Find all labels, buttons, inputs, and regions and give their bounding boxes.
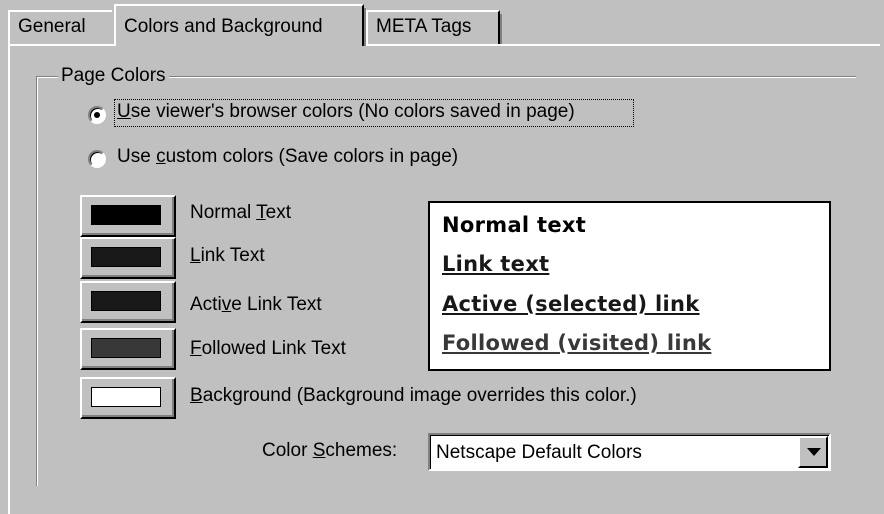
tab-colors-and-background[interactable]: Colors and Background (114, 4, 366, 46)
page-colors-legend: Page Colors (58, 65, 169, 87)
followed-link-swatch (91, 338, 161, 358)
dropdown-button[interactable] (798, 436, 828, 468)
radio-use-viewer-colors[interactable] (88, 106, 106, 124)
color-schemes-label: Color Schemes: (262, 440, 398, 461)
preview-link-text: Link text (442, 252, 550, 276)
followed-link-color-button[interactable] (80, 328, 176, 370)
preview-followed-link: Followed (visited) link (442, 331, 712, 355)
normal-text-color-button[interactable] (80, 195, 176, 237)
followed-link-label: Followed Link Text (190, 338, 346, 359)
link-text-swatch (91, 247, 161, 267)
radio-use-custom-colors[interactable] (88, 150, 106, 168)
preview-normal-text: Normal text (442, 213, 587, 237)
normal-text-label: Normal Text (190, 202, 292, 223)
active-link-label: Active Link Text (190, 294, 322, 315)
tab-general[interactable]: General (8, 10, 112, 44)
background-color-button[interactable] (80, 377, 176, 419)
background-label: Background (Background image overrides t… (190, 385, 637, 406)
active-link-color-button[interactable] (80, 281, 176, 323)
link-text-label: Link Text (190, 245, 265, 266)
tab-meta-tags[interactable]: META Tags (366, 10, 502, 44)
background-swatch (91, 387, 161, 407)
radio-use-custom-colors-label[interactable]: Use custom colors (Save colors in page) (117, 146, 458, 168)
color-schemes-dropdown[interactable]: Netscape Default Colors (428, 433, 831, 471)
chevron-down-icon (807, 448, 821, 456)
tab-meta-label: META Tags (376, 16, 472, 37)
link-text-color-button[interactable] (80, 237, 176, 279)
radio-selected-dot (94, 112, 100, 118)
preview-active-link: Active (selected) link (442, 292, 700, 316)
active-link-swatch (91, 291, 161, 311)
color-preview-box: Normal text Link text Active (selected) … (428, 201, 831, 371)
tab-general-label: General (18, 16, 86, 37)
radio-use-viewer-colors-label[interactable]: Use viewer's browser colors (No colors s… (117, 101, 575, 123)
color-schemes-value: Netscape Default Colors (436, 442, 642, 463)
normal-text-swatch (91, 205, 161, 225)
tab-colors-label: Colors and Background (124, 16, 323, 37)
